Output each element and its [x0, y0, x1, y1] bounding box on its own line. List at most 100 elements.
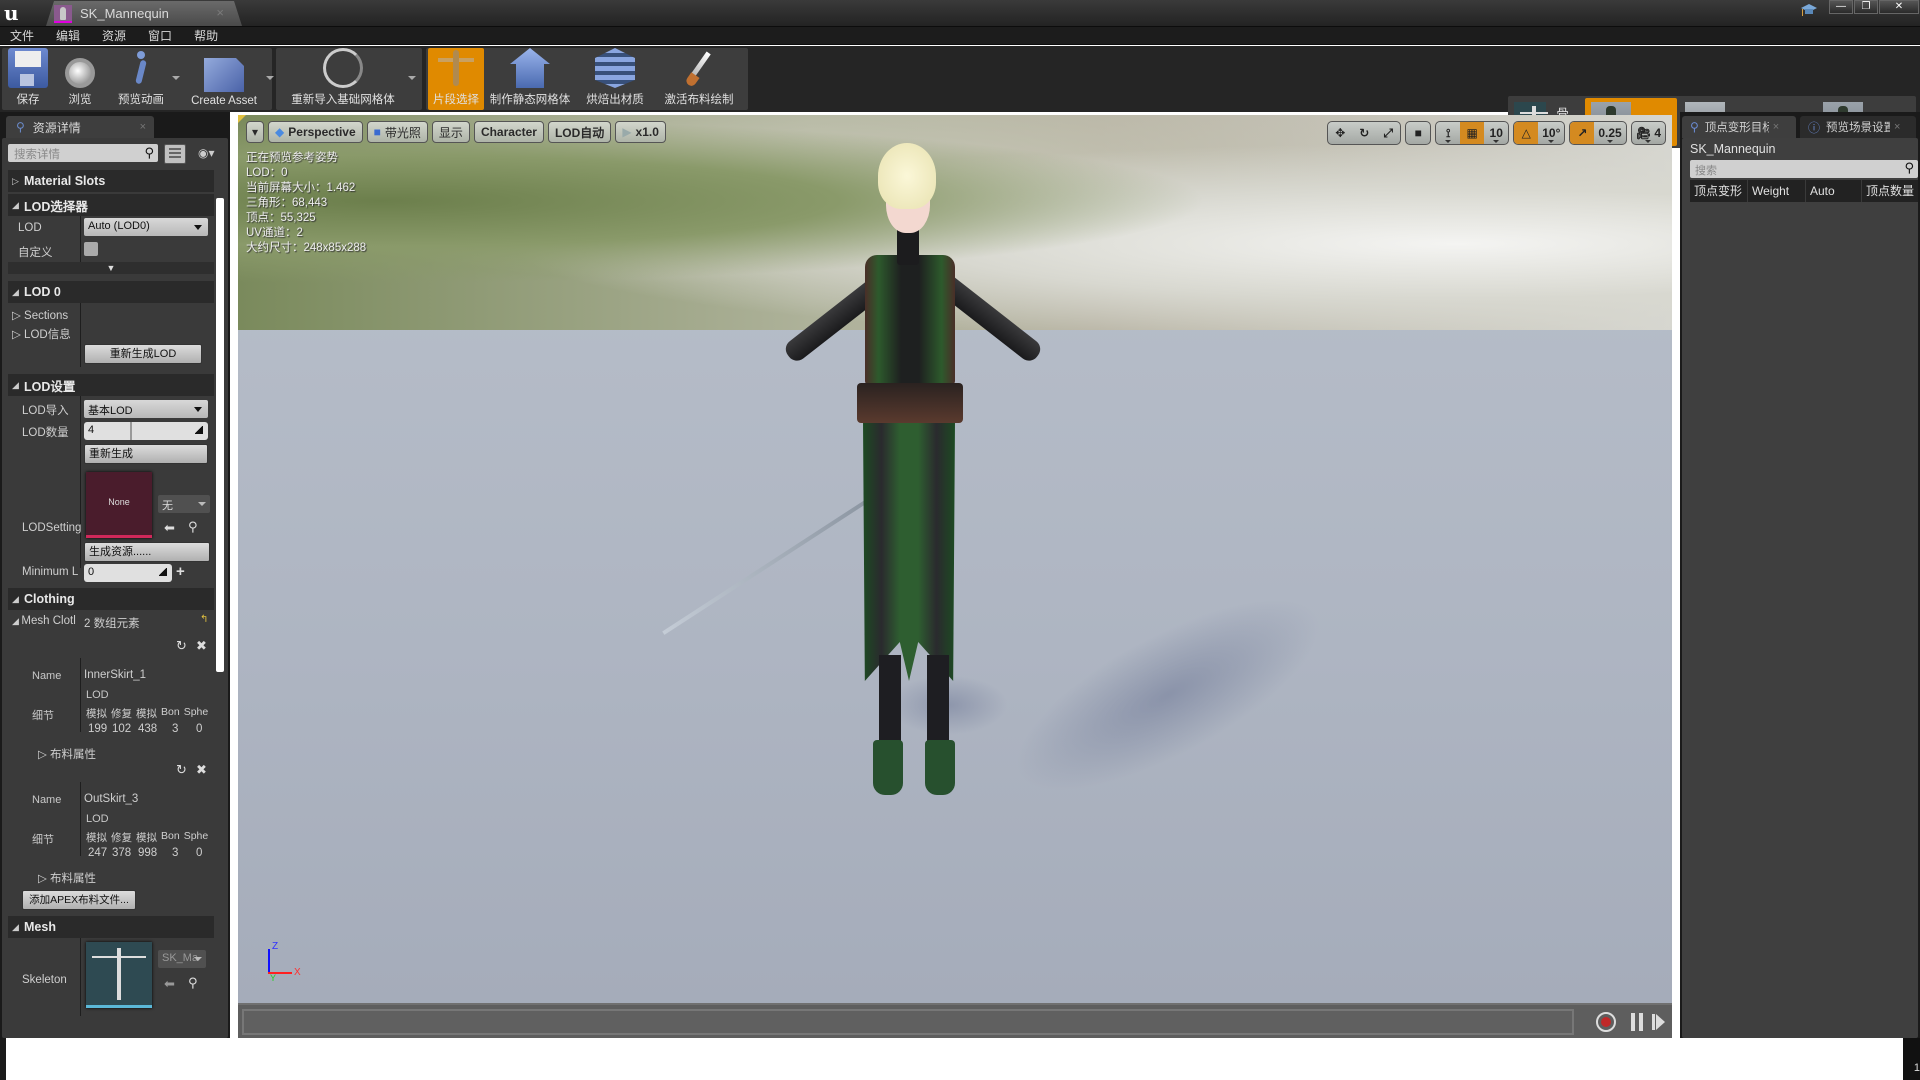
record-button[interactable]: [1596, 1012, 1616, 1032]
grid-snap-toggle-icon[interactable]: ▦: [1460, 122, 1485, 144]
skeleton-asset-combo[interactable]: SK_Ma: [158, 950, 206, 968]
document-tab[interactable]: SK_Mannequin ×: [46, 1, 242, 26]
lod-info-expander[interactable]: ▷ LOD信息: [12, 326, 71, 342]
section-lod0[interactable]: ◢ LOD 0: [8, 281, 214, 303]
character-button[interactable]: Character: [473, 121, 544, 143]
remove-cloth-icon[interactable]: ✖: [196, 762, 207, 778]
skeleton-asset-thumbnail[interactable]: [86, 942, 152, 1008]
column-header-morph[interactable]: 顶点变形: [1690, 180, 1748, 202]
viewport-options-button[interactable]: ▾: [246, 121, 265, 143]
rotate-snap-value[interactable]: 10°: [1538, 122, 1564, 144]
details-search-input[interactable]: 搜索详情 ⚲: [8, 144, 158, 162]
surface-snap-icon[interactable]: ⟟: [1436, 122, 1460, 144]
perspective-button[interactable]: ◆ Perspective: [268, 121, 363, 143]
minimum-lod-field[interactable]: 0: [84, 564, 172, 582]
mesh-clothing-expander[interactable]: ◢ Mesh Clotl: [12, 615, 76, 627]
visibility-eye-icon[interactable]: ◉▾: [198, 146, 224, 160]
advanced-expand-icon[interactable]: ▼: [8, 262, 214, 274]
sections-expander[interactable]: ▷ Sections: [12, 308, 68, 322]
graduation-cap-icon[interactable]: [1800, 3, 1818, 17]
menu-file[interactable]: 文件: [10, 27, 34, 44]
menu-edit[interactable]: 编辑: [56, 27, 80, 44]
preview-animation-button[interactable]: 预览动画: [106, 48, 180, 110]
lod-settings-asset-thumbnail[interactable]: None: [86, 472, 152, 538]
bake-materials-button[interactable]: 烘焙出材质: [576, 48, 654, 110]
cloth-properties-expander[interactable]: ▷ 布料属性: [38, 746, 96, 762]
regenerate-lod-button[interactable]: 重新生成LOD: [84, 344, 202, 364]
restore-button[interactable]: ❐: [1854, 0, 1878, 14]
minimize-button[interactable]: —: [1829, 0, 1853, 14]
chevron-down-icon[interactable]: [172, 76, 180, 80]
timeline-scrub-track[interactable]: [242, 1009, 1574, 1035]
browse-search-icon[interactable]: ⚲: [188, 975, 198, 991]
regenerate-button[interactable]: 重新生成: [84, 444, 208, 464]
view-options-grid-button[interactable]: [164, 144, 186, 164]
section-material-slots[interactable]: ▷ Material Slots: [8, 170, 214, 192]
section-title: LOD 0: [24, 285, 61, 299]
column-header-auto[interactable]: Auto: [1806, 180, 1862, 202]
step-forward-button[interactable]: [1652, 1014, 1665, 1030]
add-plus-icon[interactable]: +: [176, 563, 185, 580]
chevron-down-icon[interactable]: [408, 76, 416, 80]
lit-mode-button[interactable]: ■ 带光照: [366, 121, 428, 143]
reimport-cloth-icon[interactable]: ↻: [176, 762, 187, 778]
lod-auto-button[interactable]: LOD自动: [547, 121, 612, 143]
cloth-properties-expander[interactable]: ▷ 布料属性: [38, 870, 96, 886]
character-mesh[interactable]: [662, 115, 1153, 915]
menu-asset[interactable]: 资源: [102, 27, 126, 44]
close-window-button[interactable]: ✕: [1879, 0, 1919, 14]
section-lod-settings[interactable]: ◢ LOD设置: [8, 374, 214, 396]
custom-checkbox[interactable]: [84, 242, 98, 256]
close-tab-icon[interactable]: ×: [1894, 121, 1900, 133]
reset-to-default-icon[interactable]: ↰: [200, 614, 208, 625]
details-scrollbar[interactable]: [216, 168, 224, 1038]
column-header-weight[interactable]: Weight: [1748, 180, 1806, 202]
make-static-mesh-button[interactable]: 制作静态网格体: [484, 48, 576, 110]
section-mesh[interactable]: ◢ Mesh: [8, 916, 214, 938]
morph-search-input[interactable]: 搜索 ⚲: [1690, 160, 1918, 178]
pause-button[interactable]: [1631, 1013, 1643, 1031]
reimport-base-mesh-button[interactable]: 重新导入基础网格体: [280, 48, 416, 110]
generate-asset-button[interactable]: 生成资源......: [84, 542, 210, 562]
scale-snap-value[interactable]: 0.25: [1594, 122, 1625, 144]
use-selected-arrow-icon[interactable]: ⬅: [164, 520, 175, 536]
lod-import-dropdown[interactable]: 基本LOD: [84, 400, 208, 418]
browse-button[interactable]: 浏览: [54, 48, 106, 110]
reimport-cloth-icon[interactable]: ↻: [176, 638, 187, 654]
close-tab-icon[interactable]: ×: [140, 121, 146, 133]
translate-icon[interactable]: ✥: [1328, 122, 1352, 144]
chevron-down-icon[interactable]: [266, 76, 274, 80]
coordinate-space-button[interactable]: ■: [1405, 121, 1432, 145]
grid-snap-value[interactable]: 10: [1484, 122, 1508, 144]
cloth-paint-button[interactable]: 激活布料绘制: [654, 48, 744, 110]
use-selected-arrow-icon[interactable]: ⬅: [164, 976, 175, 992]
camera-speed-button[interactable]: 🎥︎ 4: [1632, 122, 1665, 144]
remove-cloth-icon[interactable]: ✖: [196, 638, 207, 654]
lod-count-slider-field[interactable]: 4: [84, 422, 208, 440]
section-lod-picker[interactable]: ◢ LOD选择器: [8, 194, 214, 216]
show-button[interactable]: 显示: [431, 121, 470, 143]
column-header-vertex-count[interactable]: 顶点数量: [1862, 180, 1918, 202]
section-selection-button[interactable]: 片段选择: [428, 48, 484, 110]
tab-morph-target-preview[interactable]: ⚲ 顶点变形目标 ×: [1682, 116, 1796, 138]
browse-search-icon[interactable]: ⚲: [188, 519, 198, 535]
rotate-icon[interactable]: ↻: [1352, 122, 1376, 144]
asset-details-tab[interactable]: ⚲ 资源详情 ×: [6, 116, 154, 138]
details-scrollbar-thumb[interactable]: [216, 198, 224, 672]
3d-viewport[interactable]: ▾ ◆ Perspective ■ 带光照 显示 Character LOD自动 ▶…: [238, 115, 1672, 1003]
close-tab-icon[interactable]: ×: [1773, 121, 1779, 133]
close-tab-icon[interactable]: ×: [216, 5, 224, 20]
lod-settings-asset-combo[interactable]: 无: [158, 495, 210, 513]
menu-window[interactable]: 窗口: [148, 27, 172, 44]
section-clothing[interactable]: ◢ Clothing: [8, 588, 214, 610]
playback-speed-button[interactable]: ▶ x1.0: [615, 121, 666, 143]
rotate-snap-toggle-icon[interactable]: △: [1514, 122, 1539, 144]
create-asset-button[interactable]: Create Asset: [182, 48, 274, 110]
scale-snap-toggle-icon[interactable]: ↗: [1570, 122, 1595, 144]
lod-dropdown[interactable]: Auto (LOD0): [84, 218, 208, 236]
scale-icon[interactable]: ⤢: [1376, 122, 1400, 144]
menu-help[interactable]: 帮助: [194, 27, 218, 44]
tab-preview-scene-settings[interactable]: ⓘ 预览场景设置 ×: [1800, 116, 1916, 138]
add-apex-cloth-button[interactable]: 添加APEX布料文件...: [22, 890, 136, 910]
save-button[interactable]: 保存: [2, 48, 54, 110]
